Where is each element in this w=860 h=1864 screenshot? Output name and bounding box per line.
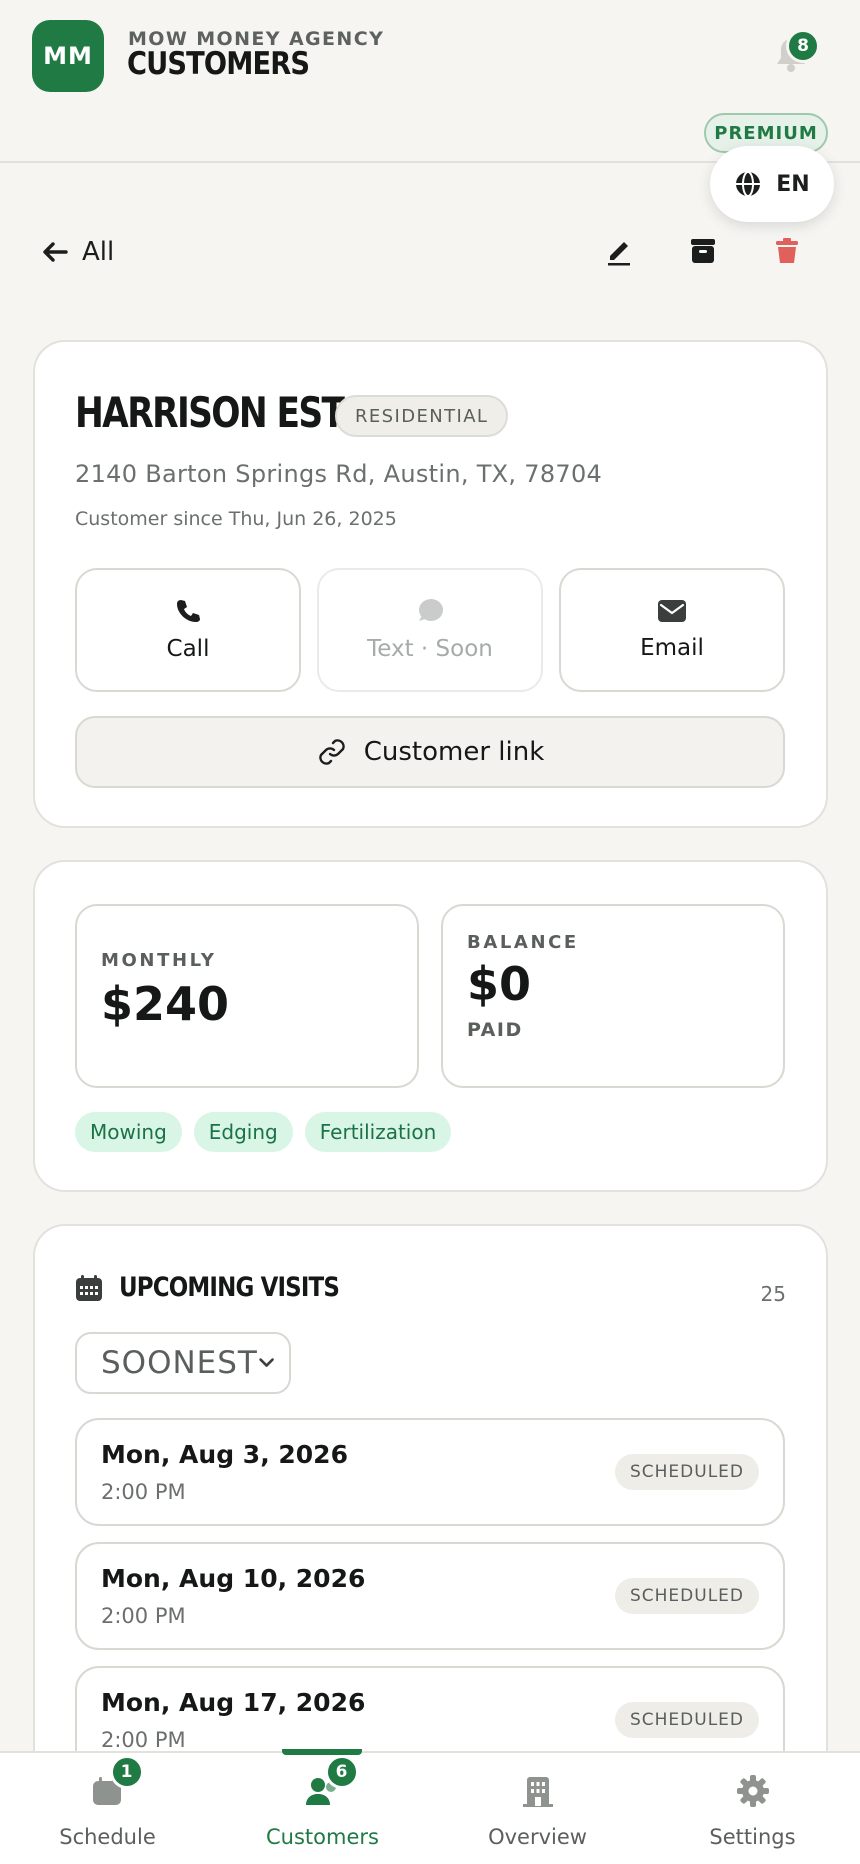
link-icon <box>318 739 345 765</box>
agency-logo[interactable]: MM <box>32 20 104 92</box>
customer-link-button[interactable]: Customer link <box>75 716 785 788</box>
nav-badge: 1 <box>109 1755 144 1789</box>
calendar-icon: 1 <box>88 1755 144 1811</box>
nav-label: Settings <box>709 1825 796 1849</box>
call-label: Call <box>166 636 210 662</box>
language-switcher[interactable]: EN <box>710 146 834 222</box>
service-tag: Fertilization <box>304 1112 452 1152</box>
text-label: Text · Soon <box>367 636 493 662</box>
delete-button[interactable] <box>770 234 804 268</box>
balance-value: $0 <box>467 957 532 1011</box>
sort-value: SOONEST <box>101 1345 258 1381</box>
visit-time: 2:00 PM <box>101 1480 186 1504</box>
archive-button[interactable] <box>686 234 720 268</box>
back-label: All <box>82 237 115 267</box>
call-button[interactable]: Call <box>75 568 301 692</box>
nav-customers[interactable]: 6 Customers <box>215 1753 430 1864</box>
visit-row[interactable]: Mon, Aug 10, 2026 2:00 PM SCHEDULED <box>75 1542 785 1650</box>
nav-schedule[interactable]: 1 Schedule <box>0 1753 215 1864</box>
visit-status-badge: SCHEDULED <box>614 1702 759 1738</box>
nav-settings[interactable]: Settings <box>645 1753 860 1864</box>
nav-label: Customers <box>266 1825 379 1849</box>
customer-link-label: Customer link <box>363 737 545 767</box>
visit-date: Mon, Aug 3, 2026 <box>101 1440 348 1469</box>
service-tags: Mowing Edging Fertilization <box>75 1112 452 1152</box>
visit-time: 2:00 PM <box>101 1728 186 1752</box>
visit-time: 2:00 PM <box>101 1604 186 1628</box>
users-icon: 6 <box>303 1755 359 1811</box>
nav-label: Schedule <box>59 1825 156 1849</box>
nav-badge: 6 <box>324 1755 359 1789</box>
visit-status-badge: SCHEDULED <box>614 1454 759 1490</box>
monthly-stat: MONTHLY $240 <box>75 904 419 1088</box>
nav-label: Overview <box>488 1825 587 1849</box>
chat-bubble-icon <box>419 599 443 621</box>
archive-icon <box>691 239 715 263</box>
visits-header: UPCOMING VISITS <box>75 1272 378 1303</box>
phone-icon <box>177 600 200 622</box>
visits-sort-select[interactable]: SOONEST <box>75 1332 291 1394</box>
building-icon <box>518 1771 558 1811</box>
monthly-value: $240 <box>101 977 230 1031</box>
chevron-down-icon <box>259 1358 274 1367</box>
visit-date: Mon, Aug 10, 2026 <box>101 1564 366 1593</box>
balance-label: BALANCE <box>467 932 579 953</box>
visit-date: Mon, Aug 17, 2026 <box>101 1688 366 1717</box>
customer-type-badge: RESIDENTIAL <box>335 395 509 437</box>
customer-card: HARRISON ESTATE RESIDENTIAL 2140 Barton … <box>33 340 828 828</box>
edit-button[interactable] <box>602 234 636 268</box>
gear-icon <box>733 1771 773 1811</box>
bottom-nav: 1 Schedule 6 Customers Overview Settings <box>0 1749 860 1864</box>
arrow-left-icon <box>43 242 68 262</box>
app-header: MM MOW MONEY AGENCY CUSTOMERS 8 PREMIUM <box>0 0 860 163</box>
email-label: Email <box>640 635 704 661</box>
page-title: CUSTOMERS <box>127 46 310 82</box>
globe-icon <box>736 171 761 197</box>
email-button[interactable]: Email <box>559 568 785 692</box>
visit-row[interactable]: Mon, Aug 3, 2026 2:00 PM SCHEDULED <box>75 1418 785 1526</box>
notification-count-badge: 8 <box>786 29 820 63</box>
balance-stat: BALANCE $0 PAID <box>441 904 785 1088</box>
balance-status: PAID <box>467 1019 523 1041</box>
trash-icon <box>776 238 798 263</box>
monthly-label: MONTHLY <box>101 950 217 971</box>
visits-title: UPCOMING VISITS <box>119 1272 340 1303</box>
nav-overview[interactable]: Overview <box>430 1753 645 1864</box>
language-label: EN <box>776 171 810 197</box>
text-button[interactable]: Text · Soon <box>317 568 543 692</box>
pencil-icon <box>608 242 630 266</box>
customer-address: 2140 Barton Springs Rd, Austin, TX, 7870… <box>75 460 603 488</box>
service-tag: Edging <box>193 1112 293 1152</box>
visit-status-badge: SCHEDULED <box>614 1578 759 1614</box>
billing-card: MONTHLY $240 BALANCE $0 PAID Mowing Edgi… <box>33 860 828 1192</box>
envelope-icon <box>658 600 686 622</box>
visits-count: 25 <box>760 1282 786 1306</box>
service-tag: Mowing <box>75 1112 182 1152</box>
customer-since: Customer since Thu, Jun 26, 2025 <box>75 508 397 530</box>
back-to-all-link[interactable]: All <box>42 232 114 272</box>
calendar-icon <box>76 1274 102 1301</box>
